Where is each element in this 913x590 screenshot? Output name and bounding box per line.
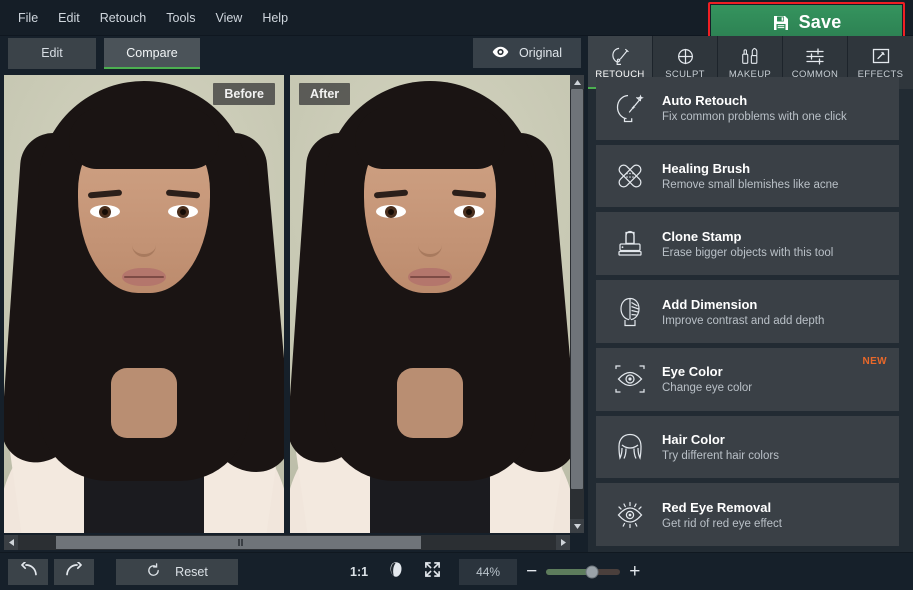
reset-button[interactable]: Reset	[116, 559, 238, 585]
tab-compare[interactable]: Compare	[104, 38, 200, 69]
tool-subtitle: Erase bigger objects with this tool	[662, 247, 833, 259]
face-wand-icon	[610, 92, 650, 124]
tool-title: Add Dimension	[662, 297, 824, 312]
tool-title: Hair Color	[662, 432, 779, 447]
after-label: After	[299, 83, 350, 105]
redo-arrow-icon	[65, 562, 84, 581]
before-label: Before	[213, 83, 275, 105]
scroll-down-icon[interactable]	[570, 519, 584, 533]
zoom-ratio-button[interactable]: 1:1	[340, 561, 378, 583]
tool-title: Eye Color	[662, 364, 752, 379]
tool-clone-stamp[interactable]: Clone Stamp Erase bigger objects with th…	[596, 212, 899, 275]
red-eye-icon	[610, 500, 650, 530]
canvas-horizontal-scrollbar[interactable]	[4, 535, 570, 550]
tool-title: Healing Brush	[662, 161, 838, 176]
after-photo	[290, 75, 570, 533]
bandage-icon	[610, 160, 650, 192]
tab-edit[interactable]: Edit	[8, 38, 96, 69]
refresh-icon	[146, 563, 161, 581]
compare-panes: Before	[4, 75, 584, 533]
menu-item-edit[interactable]: Edit	[48, 6, 90, 30]
zoom-in-button[interactable]: +	[620, 562, 649, 581]
fit-face-button[interactable]	[378, 557, 414, 587]
canvas-vertical-scrollbar[interactable]	[570, 75, 584, 533]
target-circle-icon	[676, 44, 695, 66]
tool-title: Red Eye Removal	[662, 500, 782, 515]
tool-red-eye-removal[interactable]: Red Eye Removal Get rid of red eye effec…	[596, 483, 899, 546]
tool-subtitle: Fix common problems with one click	[662, 111, 847, 123]
menu-item-file[interactable]: File	[8, 6, 48, 30]
tool-subtitle: Change eye color	[662, 382, 752, 394]
before-photo	[4, 75, 284, 533]
zoom-controls: 1:1 44% −	[340, 557, 649, 587]
tool-list-panel: Auto Retouch Fix common problems with on…	[588, 71, 913, 552]
hair-icon	[610, 431, 650, 463]
magic-frame-icon	[871, 44, 891, 66]
floppy-disk-icon	[772, 14, 790, 32]
original-toggle-label: Original	[519, 46, 562, 60]
menu-bar: File Edit Retouch Tools View Help Save	[0, 0, 913, 36]
undo-button[interactable]	[8, 559, 48, 585]
tool-hair-color[interactable]: Hair Color Try different hair colors	[596, 416, 899, 479]
tool-healing-brush[interactable]: Healing Brush Remove small blemishes lik…	[596, 145, 899, 208]
workspace: Before	[0, 71, 913, 552]
tool-eye-color[interactable]: Eye Color Change eye color NEW	[596, 348, 899, 411]
zoom-slider-handle[interactable]	[586, 565, 599, 578]
tool-title: Auto Retouch	[662, 93, 847, 108]
tool-subtitle: Get rid of red eye effect	[662, 518, 782, 530]
scroll-left-icon[interactable]	[4, 535, 18, 550]
original-toggle-button[interactable]: Original	[473, 38, 581, 68]
expand-icon	[424, 561, 441, 583]
zoom-out-button[interactable]: −	[517, 562, 546, 581]
face-wand-icon	[610, 44, 631, 66]
save-button-label: Save	[799, 12, 842, 33]
tool-subtitle: Try different hair colors	[662, 450, 779, 462]
menu-item-tools[interactable]: Tools	[156, 6, 205, 30]
lipstick-icon	[740, 44, 760, 66]
photo-editor-window: File Edit Retouch Tools View Help Save	[0, 0, 913, 590]
vertical-scroll-thumb[interactable]	[571, 89, 583, 489]
tool-subtitle: Improve contrast and add depth	[662, 315, 824, 327]
fit-screen-button[interactable]	[414, 557, 451, 587]
eye-target-icon	[610, 364, 650, 394]
tool-subtitle: Remove small blemishes like acne	[662, 179, 838, 191]
horizontal-scroll-track[interactable]	[18, 535, 556, 550]
canvas-area: Before	[0, 71, 588, 552]
eye-icon	[492, 46, 509, 61]
stamp-icon	[610, 228, 650, 260]
redo-button[interactable]	[54, 559, 94, 585]
reset-button-label: Reset	[175, 565, 208, 579]
view-toolbar: Edit Compare Original	[0, 36, 913, 71]
tool-auto-retouch[interactable]: Auto Retouch Fix common problems with on…	[596, 77, 899, 140]
menu-item-help[interactable]: Help	[252, 6, 298, 30]
face-fit-icon	[388, 561, 404, 583]
bottom-toolbar: Reset 1:1 44%	[0, 552, 913, 590]
sliders-icon	[805, 44, 825, 66]
save-button[interactable]: Save	[711, 5, 902, 40]
menu-item-retouch[interactable]: Retouch	[90, 6, 157, 30]
half-face-icon	[610, 295, 650, 329]
scroll-up-icon[interactable]	[570, 75, 584, 89]
status-badge: NEW	[862, 356, 887, 367]
undo-arrow-icon	[19, 562, 38, 581]
horizontal-scroll-thumb[interactable]	[56, 536, 422, 549]
zoom-level-value[interactable]: 44%	[459, 559, 517, 585]
menu-item-view[interactable]: View	[205, 6, 252, 30]
after-pane[interactable]: After	[290, 75, 570, 533]
before-pane[interactable]: Before	[4, 75, 284, 533]
tool-add-dimension[interactable]: Add Dimension Improve contrast and add d…	[596, 280, 899, 343]
scroll-right-icon[interactable]	[556, 535, 570, 550]
tool-title: Clone Stamp	[662, 229, 833, 244]
vertical-scroll-track[interactable]	[570, 89, 584, 519]
zoom-slider[interactable]	[546, 569, 620, 575]
